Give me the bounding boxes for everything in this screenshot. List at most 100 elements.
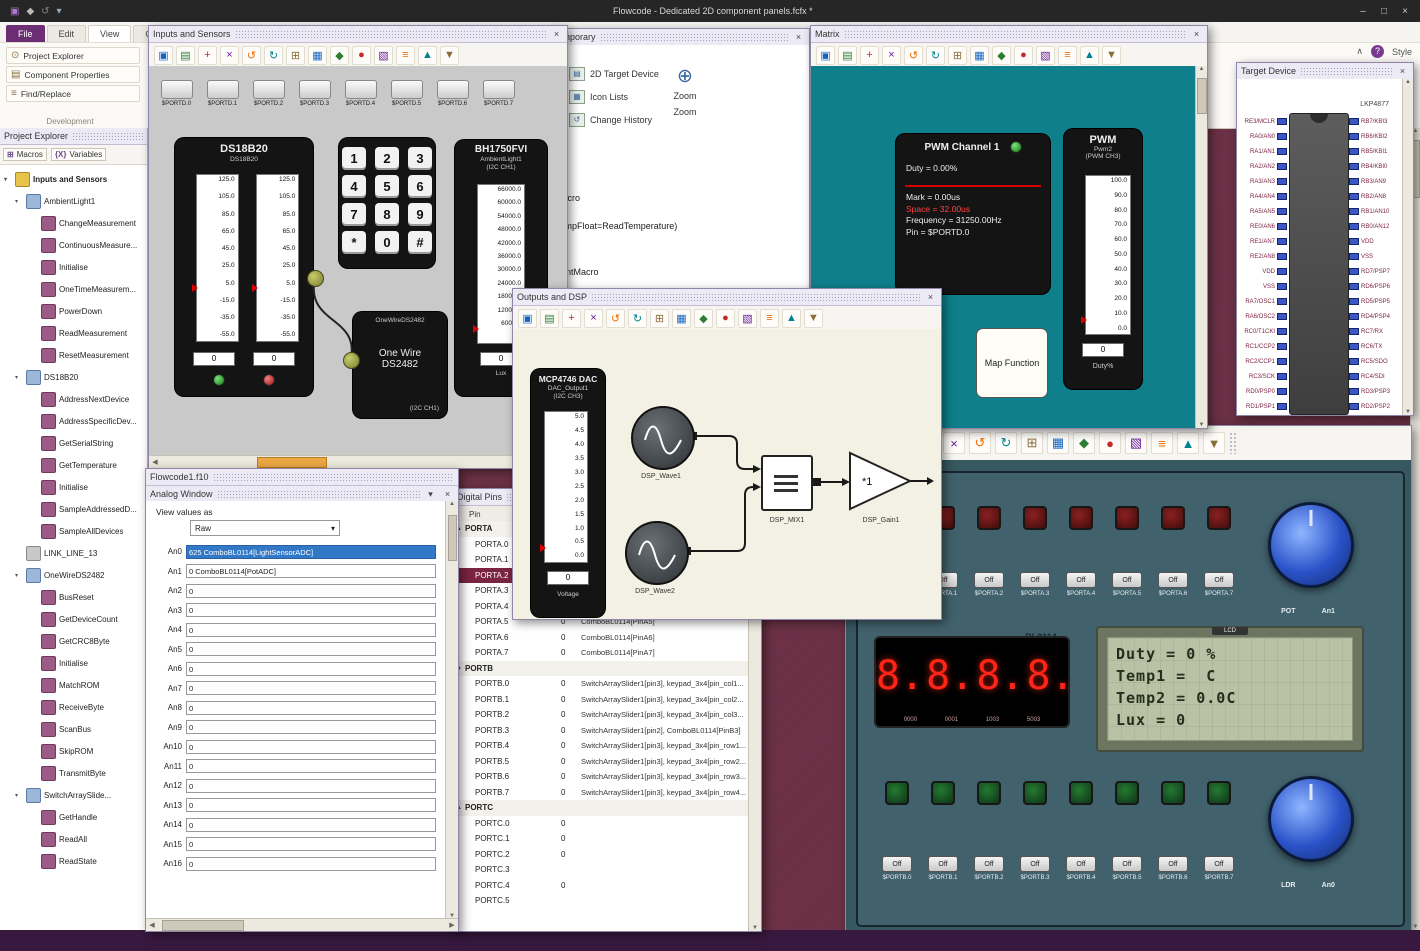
- switch-button[interactable]: Off: [1112, 856, 1142, 872]
- scroll-up-icon[interactable]: ▲: [1199, 66, 1205, 72]
- onewire-bus-pad[interactable]: [343, 352, 360, 369]
- chip-pin[interactable]: RB7/KBI3: [1349, 117, 1401, 126]
- channel-value-field[interactable]: 625 ComboBL0114[LightSensorADC]: [186, 544, 436, 559]
- channel-value-field[interactable]: 0: [186, 837, 436, 852]
- tree-item[interactable]: TransmitByte: [0, 762, 147, 784]
- record-icon[interactable]: ●: [352, 45, 371, 65]
- tree-item[interactable]: ▾ DS18B20: [0, 366, 147, 388]
- keypad-key[interactable]: 0: [375, 231, 399, 254]
- switch-button[interactable]: [390, 80, 423, 99]
- scroll-thumb[interactable]: [448, 515, 457, 561]
- lux-slider[interactable]: 66000.0 60000.0 54000.0 48000.0 42000.0 36000…: [473, 184, 525, 344]
- chip-pin[interactable]: RD7/PSP7: [1349, 267, 1401, 276]
- chip-pin[interactable]: VDD: [1239, 267, 1287, 276]
- chip-pin[interactable]: RD3/PSP3: [1349, 387, 1401, 396]
- keypad-key[interactable]: 2: [375, 147, 399, 170]
- close-icon[interactable]: ×: [924, 291, 937, 303]
- ribbon-tab[interactable]: View: [88, 25, 132, 42]
- expander-icon[interactable]: ▾: [4, 176, 12, 183]
- board-switch[interactable]: Off $PORTA.6: [1158, 572, 1188, 597]
- board-switch[interactable]: Off $PORTB.4: [1066, 856, 1096, 881]
- chip-pin[interactable]: RE0/AN6: [1239, 222, 1287, 231]
- tree-item[interactable]: LINK_LINE_13: [0, 542, 147, 564]
- save-icon[interactable]: ◆: [26, 6, 34, 17]
- expander-icon[interactable]: ▾: [15, 792, 23, 799]
- undo-icon[interactable]: ↺: [242, 45, 261, 65]
- add-icon[interactable]: +: [562, 308, 581, 328]
- grid-icon[interactable]: ⊞: [286, 45, 305, 65]
- port-switch[interactable]: $PORTD.6: [436, 80, 469, 107]
- channel-value-field[interactable]: 0: [186, 720, 436, 735]
- dsp-gain-component[interactable]: *1: [848, 451, 918, 511]
- minimize-icon[interactable]: –: [1354, 6, 1372, 17]
- pin-row[interactable]: PORTC.3: [453, 862, 749, 878]
- dropdown-icon[interactable]: ▾: [424, 488, 437, 500]
- panel-canvas[interactable]: MCP4746 DAC DAC_Output1 (I2C CH3) 5.0 4.5…: [513, 329, 941, 619]
- keypad-key[interactable]: 1: [342, 147, 366, 170]
- port-switch[interactable]: $PORTD.2: [252, 80, 285, 107]
- tree-item[interactable]: GetHandle: [0, 806, 147, 828]
- collapse-ribbon-icon[interactable]: ∧: [1356, 46, 1363, 57]
- pin-row[interactable]: PORTC.0 0: [453, 816, 749, 832]
- chip-pin[interactable]: RB3/AN9: [1349, 177, 1401, 186]
- chip-pin[interactable]: RA5/AN5: [1239, 207, 1287, 216]
- panel-titlebar[interactable]: Project Explorer: [0, 128, 147, 145]
- delete-icon[interactable]: ×: [943, 432, 965, 454]
- chip-pin[interactable]: RC3/SCK: [1239, 372, 1287, 381]
- board-switch[interactable]: Off $PORTB.1: [928, 856, 958, 881]
- move-up-icon[interactable]: ▲: [1080, 45, 1099, 65]
- switch-button[interactable]: Off: [928, 856, 958, 872]
- delete-icon[interactable]: ×: [882, 45, 901, 65]
- select-cursor-icon[interactable]: ▣: [154, 45, 173, 65]
- chip-pin[interactable]: RB6/KBI2: [1349, 132, 1401, 141]
- port-switch[interactable]: $PORTD.5: [390, 80, 423, 107]
- chip-pin[interactable]: RA6/OSC2: [1239, 312, 1287, 321]
- fill-icon[interactable]: ▧: [1125, 432, 1147, 454]
- channel-value-field[interactable]: 0: [186, 759, 436, 774]
- port-switch[interactable]: $PORTD.3: [298, 80, 331, 107]
- tree-item[interactable]: ResetMeasurement: [0, 344, 147, 366]
- channel-value-field[interactable]: 0: [186, 642, 436, 657]
- chip-pin[interactable]: RD5/PSP5: [1349, 297, 1401, 306]
- pwm-status-component[interactable]: PWM Channel 1 Duty = 0.00% Mark = 0.00us…: [896, 134, 1050, 294]
- fill-icon[interactable]: ▧: [1036, 45, 1055, 65]
- switch-button[interactable]: Off: [1112, 572, 1142, 588]
- undo-icon[interactable]: ↺: [606, 308, 625, 328]
- chip-pin[interactable]: RE3/MCLR: [1239, 117, 1287, 126]
- chip-pin[interactable]: RC5/SDO: [1349, 357, 1401, 366]
- keypad-key[interactable]: 6: [408, 175, 432, 198]
- keypad-key[interactable]: 4: [342, 175, 366, 198]
- tree-item[interactable]: GetDeviceCount: [0, 608, 147, 630]
- tree-item[interactable]: ▾ SwitchArraySlide...: [0, 784, 147, 806]
- tree-item[interactable]: OneTimeMeasurem...: [0, 278, 147, 300]
- ds18b20-component[interactable]: DS18B20 DS18B20 125.0 105.0 85.0 65.0 45.0 25…: [175, 138, 313, 396]
- ribbon-tab[interactable]: File: [6, 25, 45, 42]
- scroll-up-icon[interactable]: ▲: [1405, 79, 1411, 85]
- chip-pin[interactable]: RB2/AN8: [1349, 192, 1401, 201]
- switch-button[interactable]: Off: [974, 572, 1004, 588]
- vertical-scrollbar[interactable]: ▲ ▼: [1195, 66, 1207, 428]
- move-down-icon[interactable]: ▼: [804, 308, 823, 328]
- vertical-scrollbar[interactable]: ▲ ▼: [1402, 79, 1413, 415]
- tree-item[interactable]: ReadAll: [0, 828, 147, 850]
- anchor-icon[interactable]: ◆: [330, 45, 349, 65]
- scroll-left-icon[interactable]: ◀: [146, 921, 158, 929]
- pin-row[interactable]: PORTB.6 0 SwitchArraySlider1[pin3], keyp…: [453, 769, 749, 785]
- menu-icon[interactable]: ≡: [1151, 432, 1173, 454]
- dsp-mixer-component[interactable]: [761, 455, 813, 511]
- more-icon[interactable]: ▾: [57, 6, 62, 17]
- move-down-icon[interactable]: ▼: [440, 45, 459, 65]
- keypad-key[interactable]: 9: [408, 203, 432, 226]
- board-switch[interactable]: Off $PORTB.0: [882, 856, 912, 881]
- select-cursor-icon[interactable]: ▣: [816, 45, 835, 65]
- move-down-icon[interactable]: ▼: [1203, 432, 1225, 454]
- channel-value-field[interactable]: 0: [186, 700, 436, 715]
- window-titlebar[interactable]: Matrix ×: [811, 26, 1207, 43]
- redo-icon[interactable]: ↻: [628, 308, 647, 328]
- vertical-scrollbar[interactable]: ▲ ▼: [445, 501, 458, 919]
- keypad-key[interactable]: #: [408, 231, 432, 254]
- pin-row[interactable]: PORTB.7 0 SwitchArraySlider1[pin3], keyp…: [453, 785, 749, 801]
- move-up-icon[interactable]: ▲: [1177, 432, 1199, 454]
- app-icon[interactable]: ▣: [10, 6, 19, 17]
- board-switch[interactable]: Off $PORTA.5: [1112, 572, 1142, 597]
